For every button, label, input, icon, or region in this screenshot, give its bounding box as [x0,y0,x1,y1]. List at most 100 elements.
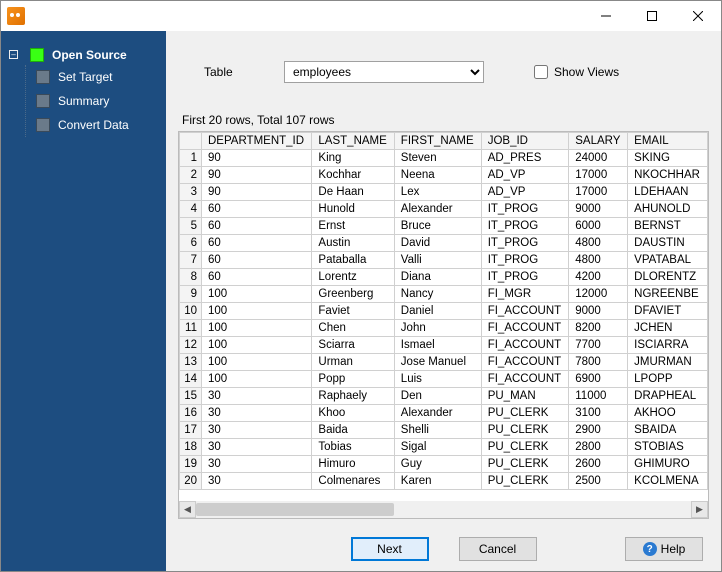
rownum-cell[interactable]: 17 [180,422,202,439]
column-header[interactable]: FIRST_NAME [394,133,481,150]
cell[interactable]: Valli [394,252,481,269]
cell[interactable]: AD_VP [481,167,569,184]
scroll-thumb[interactable] [196,503,394,516]
column-header[interactable]: LAST_NAME [312,133,394,150]
cell[interactable]: 4800 [569,252,628,269]
rownum-cell[interactable]: 9 [180,286,202,303]
table-row[interactable]: 1630KhooAlexanderPU_CLERK3100AKHOO [180,405,708,422]
cell[interactable]: BERNST [628,218,708,235]
cell[interactable]: DRAPHEAL [628,388,708,405]
cell[interactable]: Raphaely [312,388,394,405]
cell[interactable]: PU_CLERK [481,422,569,439]
cell[interactable]: Alexander [394,405,481,422]
cell[interactable]: 2600 [569,456,628,473]
cell[interactable]: JCHEN [628,320,708,337]
cell[interactable]: IT_PROG [481,218,569,235]
rownum-cell[interactable]: 16 [180,405,202,422]
cell[interactable]: 2900 [569,422,628,439]
cell[interactable]: 30 [202,456,312,473]
cell[interactable]: 60 [202,235,312,252]
cell[interactable]: Alexander [394,201,481,218]
cell[interactable]: 6000 [569,218,628,235]
cell[interactable]: 30 [202,405,312,422]
cell[interactable]: Popp [312,371,394,388]
cell[interactable]: PU_CLERK [481,439,569,456]
cell[interactable]: IT_PROG [481,252,569,269]
table-row[interactable]: 190KingStevenAD_PRES24000SKING [180,150,708,167]
close-button[interactable] [675,1,721,31]
cell[interactable]: AKHOO [628,405,708,422]
cell[interactable]: VPATABAL [628,252,708,269]
cell[interactable]: NGREENBE [628,286,708,303]
cell[interactable]: 90 [202,150,312,167]
table-row[interactable]: 460HunoldAlexanderIT_PROG9000AHUNOLD [180,201,708,218]
cell[interactable]: 30 [202,439,312,456]
cell[interactable]: Karen [394,473,481,490]
sidebar-item-open-source[interactable]: – Open Source [7,45,160,65]
cell[interactable]: Sciarra [312,337,394,354]
scroll-track[interactable] [196,501,691,518]
cell[interactable]: Guy [394,456,481,473]
column-header[interactable]: SALARY [569,133,628,150]
cell[interactable]: Urman [312,354,394,371]
rownum-cell[interactable]: 13 [180,354,202,371]
cell[interactable]: King [312,150,394,167]
cell[interactable]: Austin [312,235,394,252]
rownum-cell[interactable]: 5 [180,218,202,235]
cell[interactable]: David [394,235,481,252]
column-header[interactable]: EMAIL [628,133,708,150]
cell[interactable]: FI_ACCOUNT [481,303,569,320]
cell[interactable]: Hunold [312,201,394,218]
cell[interactable]: Kochhar [312,167,394,184]
table-row[interactable]: 11100ChenJohnFI_ACCOUNT8200JCHEN [180,320,708,337]
table-row[interactable]: 1830TobiasSigalPU_CLERK2800STOBIAS [180,439,708,456]
rownum-cell[interactable]: 12 [180,337,202,354]
cell[interactable]: 90 [202,167,312,184]
rownum-cell[interactable]: 20 [180,473,202,490]
cell[interactable]: 12000 [569,286,628,303]
sidebar-item-summary[interactable]: Summary [34,91,160,111]
cell[interactable]: Khoo [312,405,394,422]
cell[interactable]: Himuro [312,456,394,473]
cell[interactable]: 60 [202,201,312,218]
show-views-checkbox[interactable]: Show Views [534,65,619,79]
table-row[interactable]: 390De HaanLexAD_VP17000LDEHAAN [180,184,708,201]
cell[interactable]: SKING [628,150,708,167]
cell[interactable]: 100 [202,371,312,388]
cell[interactable]: Baida [312,422,394,439]
cell[interactable]: NKOCHHAR [628,167,708,184]
cell[interactable]: 100 [202,320,312,337]
table-row[interactable]: 9100GreenbergNancyFI_MGR12000NGREENBE [180,286,708,303]
rownum-cell[interactable]: 1 [180,150,202,167]
cell[interactable]: PU_MAN [481,388,569,405]
cell[interactable]: Bruce [394,218,481,235]
table-row[interactable]: 1730BaidaShelliPU_CLERK2900SBAIDA [180,422,708,439]
cell[interactable]: Daniel [394,303,481,320]
table-row[interactable]: 2030ColmenaresKarenPU_CLERK2500KCOLMENA [180,473,708,490]
cell[interactable]: Ernst [312,218,394,235]
rownum-cell[interactable]: 10 [180,303,202,320]
cell[interactable]: John [394,320,481,337]
column-header[interactable]: DEPARTMENT_ID [202,133,312,150]
scroll-left-icon[interactable]: ◀ [179,501,196,518]
cell[interactable]: FI_ACCOUNT [481,371,569,388]
table-row[interactable]: 660AustinDavidIT_PROG4800DAUSTIN [180,235,708,252]
table-row[interactable]: 1930HimuroGuyPU_CLERK2600GHIMURO [180,456,708,473]
sidebar-item-convert-data[interactable]: Convert Data [34,115,160,135]
cell[interactable]: 100 [202,286,312,303]
cell[interactable]: FI_ACCOUNT [481,354,569,371]
cell[interactable]: PU_CLERK [481,456,569,473]
cell[interactable]: PU_CLERK [481,473,569,490]
cell[interactable]: 4200 [569,269,628,286]
table-row[interactable]: 860LorentzDianaIT_PROG4200DLORENTZ [180,269,708,286]
table-row[interactable]: 14100PoppLuisFI_ACCOUNT6900LPOPP [180,371,708,388]
sidebar-item-set-target[interactable]: Set Target [34,67,160,87]
cell[interactable]: 17000 [569,184,628,201]
table-row[interactable]: 560ErnstBruceIT_PROG6000BERNST [180,218,708,235]
cell[interactable]: DLORENTZ [628,269,708,286]
cell[interactable]: 60 [202,252,312,269]
cell[interactable]: 60 [202,218,312,235]
help-button[interactable]: ? Help [625,537,703,561]
cell[interactable]: FI_ACCOUNT [481,337,569,354]
cell[interactable]: Greenberg [312,286,394,303]
